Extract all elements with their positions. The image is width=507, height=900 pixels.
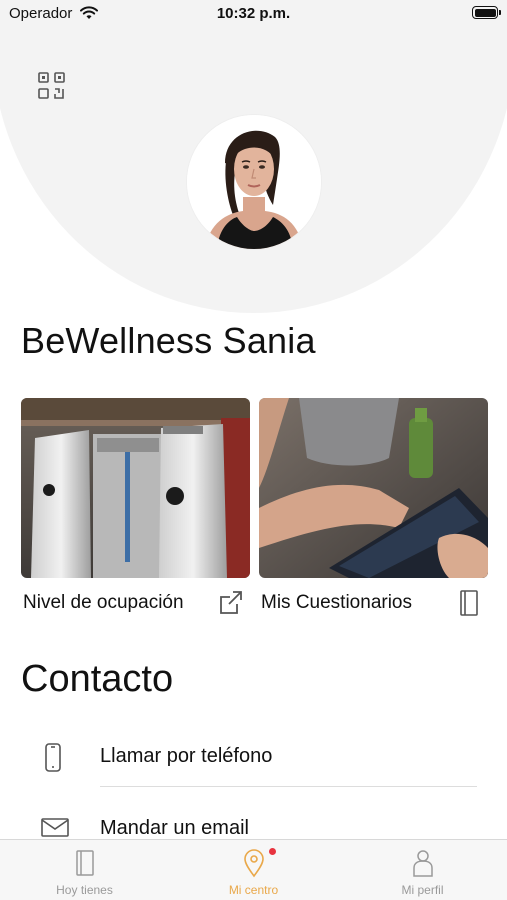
notebook-icon[interactable] bbox=[458, 588, 480, 618]
mail-icon bbox=[41, 818, 69, 837]
external-link-icon[interactable] bbox=[218, 588, 244, 616]
tablet-hands-photo bbox=[259, 398, 488, 578]
notebook-icon bbox=[75, 850, 94, 876]
contact-divider bbox=[100, 786, 477, 787]
avatar bbox=[187, 115, 321, 249]
call-phone-label: Llamar por teléfono bbox=[100, 745, 273, 767]
tab-mi-perfil[interactable]: Mi perfil bbox=[338, 840, 507, 900]
tab-hoy-tienes[interactable]: Hoy tienes bbox=[0, 840, 169, 900]
call-phone-row[interactable]: Llamar por teléfono bbox=[0, 728, 507, 788]
gym-turnstile-photo bbox=[21, 398, 250, 578]
qr-code-icon bbox=[38, 72, 65, 99]
qr-code-button[interactable] bbox=[36, 70, 68, 102]
contact-section-title: Contacto bbox=[21, 658, 174, 700]
person-icon bbox=[412, 850, 433, 877]
tab-hoy-tienes-label: Hoy tienes bbox=[56, 883, 113, 897]
tab-mi-centro[interactable]: Mi centro bbox=[169, 840, 338, 900]
status-time: 10:32 p.m. bbox=[216, 5, 291, 22]
woman-profile-photo bbox=[187, 115, 321, 249]
notification-badge bbox=[269, 848, 276, 855]
battery-icon bbox=[472, 6, 501, 19]
occupancy-card[interactable] bbox=[21, 398, 250, 578]
location-pin-icon bbox=[243, 849, 264, 878]
occupancy-card-label[interactable]: Nivel de ocupación bbox=[23, 592, 184, 614]
questionnaires-card[interactable] bbox=[259, 398, 488, 578]
tab-mi-perfil-label: Mi perfil bbox=[401, 883, 444, 897]
center-name: BeWellness Sania bbox=[21, 320, 316, 361]
send-email-label: Mandar un email bbox=[100, 817, 249, 839]
tab-bar: Hoy tienes Mi centro Mi perfil bbox=[0, 839, 507, 900]
tab-mi-centro-label: Mi centro bbox=[228, 883, 279, 897]
status-bar: Operador 10:32 p.m. bbox=[0, 0, 507, 28]
phone-icon bbox=[45, 743, 61, 772]
questionnaires-card-label[interactable]: Mis Cuestionarios bbox=[261, 592, 412, 614]
